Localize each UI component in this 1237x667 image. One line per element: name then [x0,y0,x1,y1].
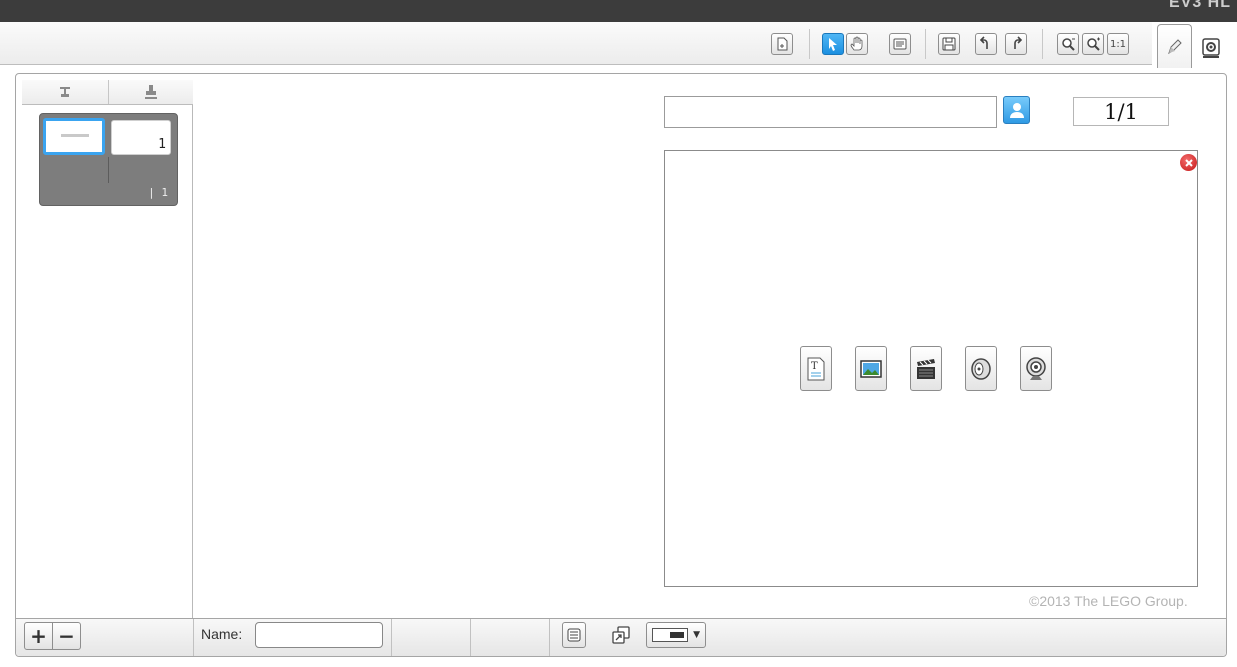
redo-icon [1014,36,1023,49]
page-card-footer: | 1 [148,186,168,199]
undo-button[interactable] [975,33,997,55]
page-thumbnail[interactable] [43,118,105,155]
zoom-out-button[interactable] [1057,33,1079,55]
floppy-icon [942,37,956,51]
svg-text:T: T [811,361,818,372]
chevron-down-icon: ▼ [693,630,700,640]
page-thumbnail-secondary[interactable]: 1 [111,120,171,155]
new-page-icon [777,37,788,51]
copyright-text: ©2013 The LEGO Group. [1029,593,1188,609]
insert-video-button[interactable] [910,346,942,391]
bottom-divider [193,619,194,656]
pencil-icon [1167,38,1182,54]
panel-tab-bar [22,80,193,105]
zoom-in-button[interactable] [1082,33,1104,55]
insert-sound-button[interactable] [965,346,997,391]
comment-tool-button[interactable] [889,33,911,55]
speaker-icon [971,357,991,380]
pages-panel: 1 | 1 [22,80,193,618]
gear-icon [1202,37,1220,58]
redo-button[interactable] [1005,33,1027,55]
arrow-cursor-icon [829,38,837,51]
text-document-icon: T [807,357,825,380]
save-button[interactable] [938,33,960,55]
pan-tool-button[interactable] [846,33,868,55]
insert-image-button[interactable] [855,346,887,391]
name-field[interactable] [255,622,383,648]
undo-icon [979,36,988,49]
settings-tab[interactable] [1195,24,1227,68]
tab-pages[interactable] [22,80,108,104]
add-page-button[interactable]: + [25,623,52,649]
zoom-in-icon [1087,37,1100,51]
layers-arrow-icon [612,626,630,644]
page-counter: 1/1 [1073,97,1169,126]
close-icon [1184,158,1193,167]
tab-stamps[interactable] [108,80,193,104]
card-divider [108,157,109,183]
user-icon [1009,103,1024,118]
hand-icon [850,36,863,51]
search-input[interactable] [664,96,997,128]
image-icon [860,359,882,378]
brand-label: EV3 HL [1168,0,1231,11]
title-bar: EV3 HL [0,0,1237,22]
stamp-icon [145,85,157,99]
page-list-button[interactable] [562,622,586,648]
list-icon [567,628,581,642]
bottom-divider [470,619,471,656]
clapperboard-icon [917,358,935,379]
arrange-button[interactable] [608,622,634,648]
color-swatch [652,628,688,642]
toolbar-divider [925,29,926,59]
comment-icon [893,38,907,50]
webcam-icon [1026,356,1046,380]
toolbar-divider [1042,29,1043,59]
close-button[interactable] [1180,154,1197,171]
insert-text-button[interactable]: T [800,346,832,391]
thumbnail-number: 1 [158,137,166,152]
zoom-out-icon [1062,38,1075,51]
insert-camera-button[interactable] [1020,346,1052,391]
editor-window: EV3 HL 1:1 1 | 1 1/1 T ©2013 The LEGO Gr… [0,0,1237,667]
user-button[interactable] [1003,96,1030,124]
page-add-remove-group: + − [24,622,81,650]
new-page-button[interactable] [771,33,793,55]
anvil-icon [60,87,70,97]
toolbar-divider [809,29,810,59]
edit-tab[interactable] [1157,24,1192,68]
thumbnail-text [61,134,89,137]
select-tool-button[interactable] [822,33,844,55]
bottom-divider [549,619,550,656]
background-color-select[interactable]: ▼ [646,622,706,648]
remove-page-button[interactable]: − [52,623,80,649]
bottom-divider [391,619,392,656]
page-card[interactable]: 1 | 1 [39,113,178,206]
zoom-reset-button[interactable]: 1:1 [1107,33,1129,55]
name-label: Name: [201,626,243,642]
